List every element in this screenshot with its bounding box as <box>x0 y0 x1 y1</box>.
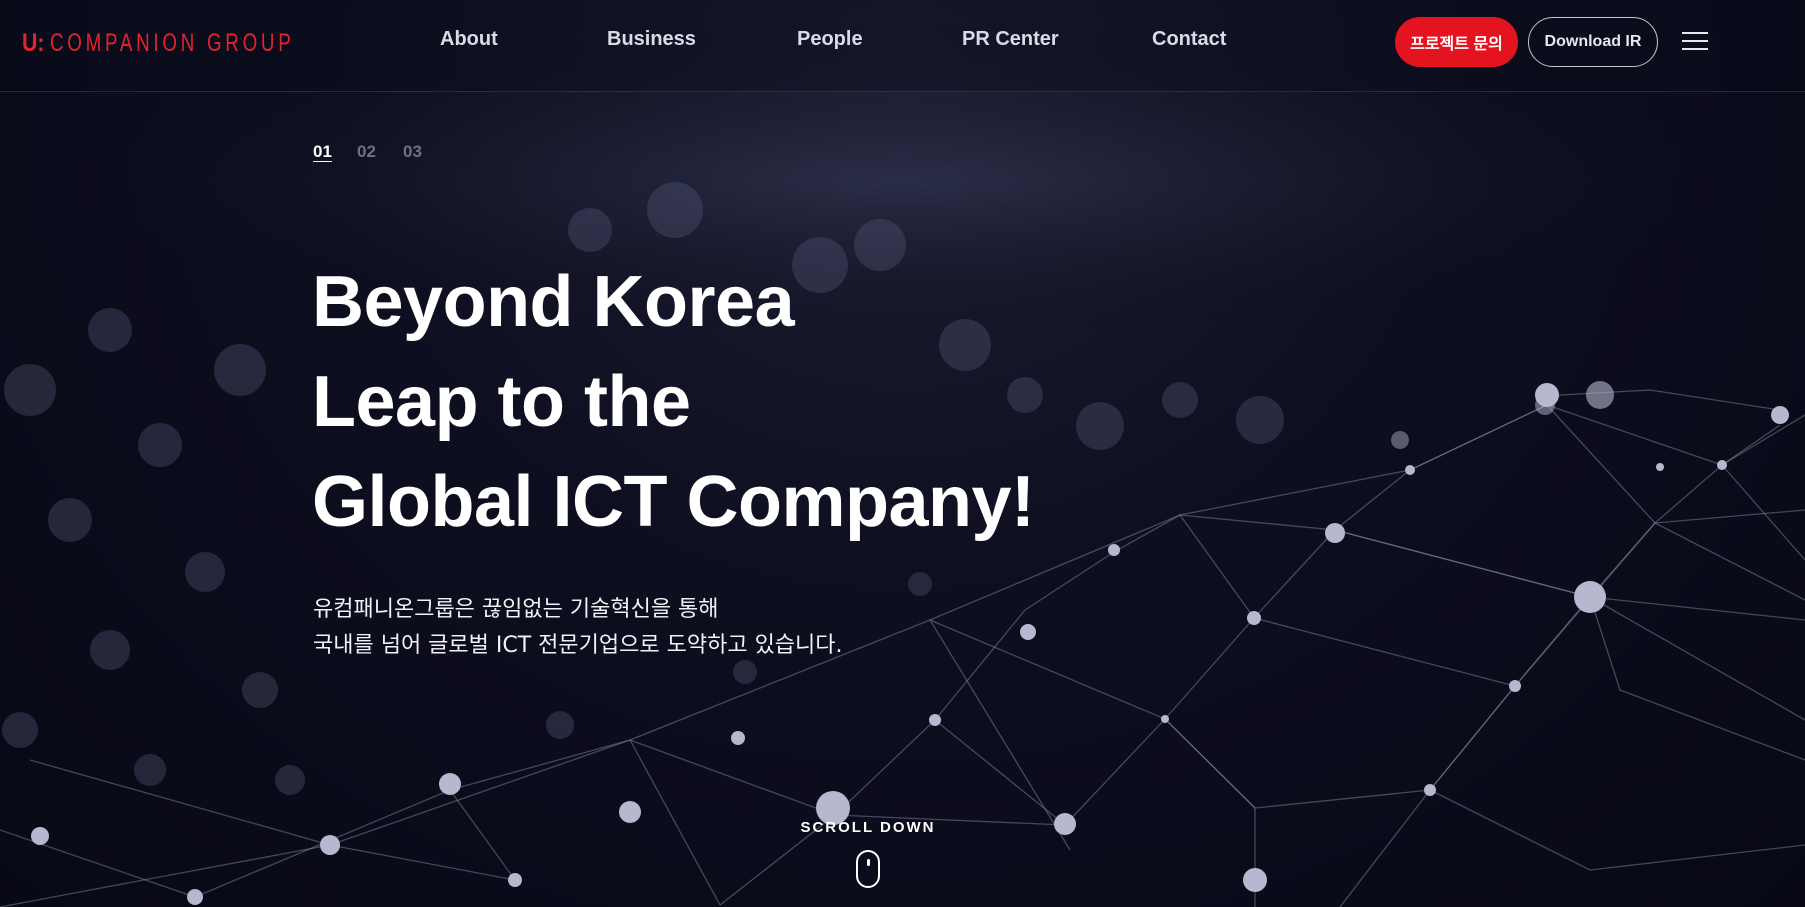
hero-title-line-2: Leap to the <box>312 362 691 442</box>
hero-description-line-1: 유컴패니온그룹은 끊임없는 기술혁신을 통해 <box>313 597 719 622</box>
pager-item-01[interactable]: 01 <box>313 142 332 162</box>
company-logo[interactable]: U: COMPANION GROUP <box>22 28 376 58</box>
main-page: U: COMPANION GROUP About Business People… <box>0 0 1805 907</box>
logo-mark: U: <box>22 28 45 57</box>
mouse-scroll-icon[interactable] <box>856 850 880 888</box>
scroll-down-label[interactable]: SCROLL DOWN <box>768 819 968 836</box>
logo-text: COMPANION GROUP <box>50 28 295 57</box>
pager-item-03[interactable]: 03 <box>403 142 422 162</box>
nav-item-business[interactable]: Business <box>607 28 696 51</box>
hero-description: 유컴패니온그룹은 끊임없는 기술혁신을 통해 국내를 넘어 글로벌 ICT 전문… <box>313 592 843 664</box>
site-header: U: COMPANION GROUP About Business People… <box>0 0 1805 92</box>
project-inquiry-button[interactable]: 프로젝트 문의 <box>1395 17 1518 67</box>
nav-item-people[interactable]: People <box>797 28 863 51</box>
hero-title-line-3: Global ICT Company! <box>312 462 1035 542</box>
hero-title-line-1: Beyond Korea <box>312 262 795 342</box>
nav-item-pr-center[interactable]: PR Center <box>962 28 1059 51</box>
hero-title: Beyond Korea Leap to the Global ICT Comp… <box>312 252 1035 552</box>
nav-item-about[interactable]: About <box>440 28 498 51</box>
nav-item-contact[interactable]: Contact <box>1152 28 1226 51</box>
pager-item-02[interactable]: 02 <box>357 142 376 162</box>
hero-description-line-2: 국내를 넘어 글로벌 ICT 전문기업으로 도약하고 있습니다. <box>313 633 843 658</box>
download-ir-button[interactable]: Download IR <box>1528 17 1658 67</box>
hamburger-menu-icon[interactable] <box>1682 32 1708 52</box>
